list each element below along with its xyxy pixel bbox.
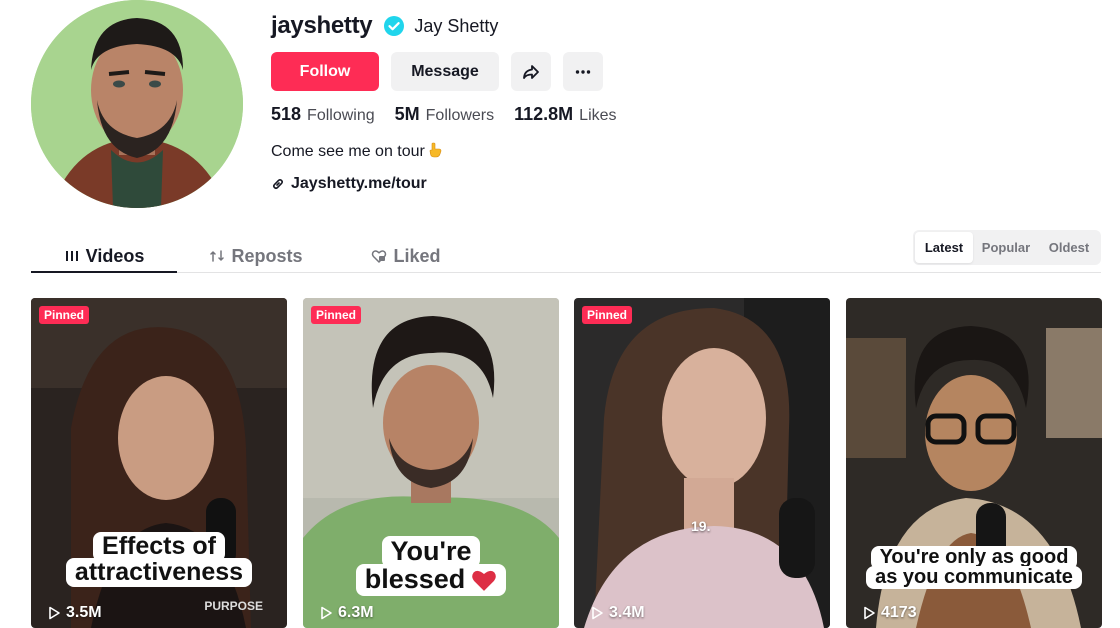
red-heart-emoji (472, 570, 497, 591)
avatar-portrait-image (31, 0, 243, 208)
tab-liked[interactable]: Liked (351, 240, 461, 272)
link-icon (272, 178, 284, 190)
video-grid: PURPOSE Pinned Effects of attractiveness… (31, 298, 1102, 628)
sort-toggle: Latest Popular Oldest (913, 230, 1101, 265)
sort-latest-button[interactable]: Latest (915, 232, 973, 263)
video-caption: You're blessed (353, 536, 509, 596)
tab-videos-label: Videos (85, 245, 145, 266)
following-count: 518 (271, 104, 302, 124)
play-icon (592, 606, 603, 620)
view-count-value: 3.5M (66, 604, 102, 621)
profile-username: jayshetty (271, 12, 373, 39)
play-icon (321, 606, 332, 620)
pinned-badge: Pinned (311, 306, 362, 324)
caption-line-with-heart: blessed (355, 563, 507, 596)
following-stat[interactable]: 518 Following (271, 104, 375, 125)
profile-actions: Follow Message (271, 52, 603, 91)
profile-stats: 518 Following 5M Followers 112.8M Likes (271, 104, 637, 125)
active-tab-indicator (31, 271, 177, 273)
more-icon (575, 69, 591, 74)
verified-badge-icon (384, 16, 405, 36)
video-card[interactable]: Pinned 19. 3.4M (574, 298, 830, 628)
pointing-down-emoji (429, 142, 442, 158)
pinned-badge: Pinned (39, 306, 90, 324)
play-icon (49, 606, 60, 620)
profile-nickname: Jay Shetty (414, 15, 499, 36)
view-count: 4173 (862, 604, 917, 622)
more-button[interactable] (563, 52, 603, 91)
message-button[interactable]: Message (391, 52, 499, 91)
caption-line: attractiveness (65, 557, 253, 587)
view-count: 6.3M (319, 604, 374, 622)
caption-line: as you communicate (866, 565, 1082, 590)
profile-avatar[interactable] (31, 0, 243, 208)
likes-label: Likes (579, 107, 617, 124)
profile-link-text: Jayshetty.me/tour (291, 175, 427, 192)
followers-count: 5M (394, 104, 420, 124)
pinned-badge: Pinned (582, 306, 633, 324)
video-overlay-text: 19. (691, 518, 711, 534)
view-count: 3.4M (590, 604, 645, 622)
profile-bio: Come see me on tour (271, 142, 443, 161)
view-count-value: 6.3M (338, 604, 374, 621)
likes-count: 112.8M (514, 104, 574, 124)
follow-button[interactable]: Follow (271, 52, 379, 91)
video-caption: Effects of attractiveness (61, 532, 257, 587)
heart-lock-icon (372, 250, 387, 263)
caption-line: blessed (364, 563, 466, 594)
video-card[interactable]: PURPOSE Pinned Effects of attractiveness… (31, 298, 287, 628)
tab-videos[interactable]: Videos (31, 240, 177, 272)
video-card[interactable]: Pinned You're blessed 6.3M (303, 298, 559, 628)
videos-grid-icon (65, 251, 78, 261)
followers-stat[interactable]: 5M Followers (395, 104, 494, 125)
followers-label: Followers (425, 107, 495, 124)
tab-reposts-label: Reposts (231, 245, 303, 266)
svg-text:PURPOSE: PURPOSE (204, 599, 263, 613)
likes-stat: 112.8M Likes (514, 104, 616, 125)
tab-reposts[interactable]: Reposts (191, 240, 321, 272)
tab-liked-label: Liked (393, 245, 441, 266)
play-icon (864, 606, 875, 620)
view-count-value: 4173 (881, 604, 917, 621)
following-label: Following (307, 107, 375, 124)
name-row: jayshetty Jay Shetty (271, 10, 498, 42)
video-caption: You're only as good as you communicate (864, 546, 1084, 590)
repost-icon (210, 250, 225, 262)
video-card[interactable]: You're only as good as you communicate 4… (846, 298, 1102, 628)
share-button[interactable] (511, 52, 551, 91)
sort-oldest-button[interactable]: Oldest (1039, 232, 1099, 263)
bio-text: Come see me on tour (271, 143, 425, 160)
view-count: 3.5M (47, 604, 102, 622)
view-count-value: 3.4M (609, 604, 645, 621)
video-thumbnail (574, 298, 830, 628)
sort-popular-button[interactable]: Popular (973, 232, 1039, 263)
profile-link[interactable]: Jayshetty.me/tour (271, 175, 427, 193)
share-icon (523, 64, 539, 79)
